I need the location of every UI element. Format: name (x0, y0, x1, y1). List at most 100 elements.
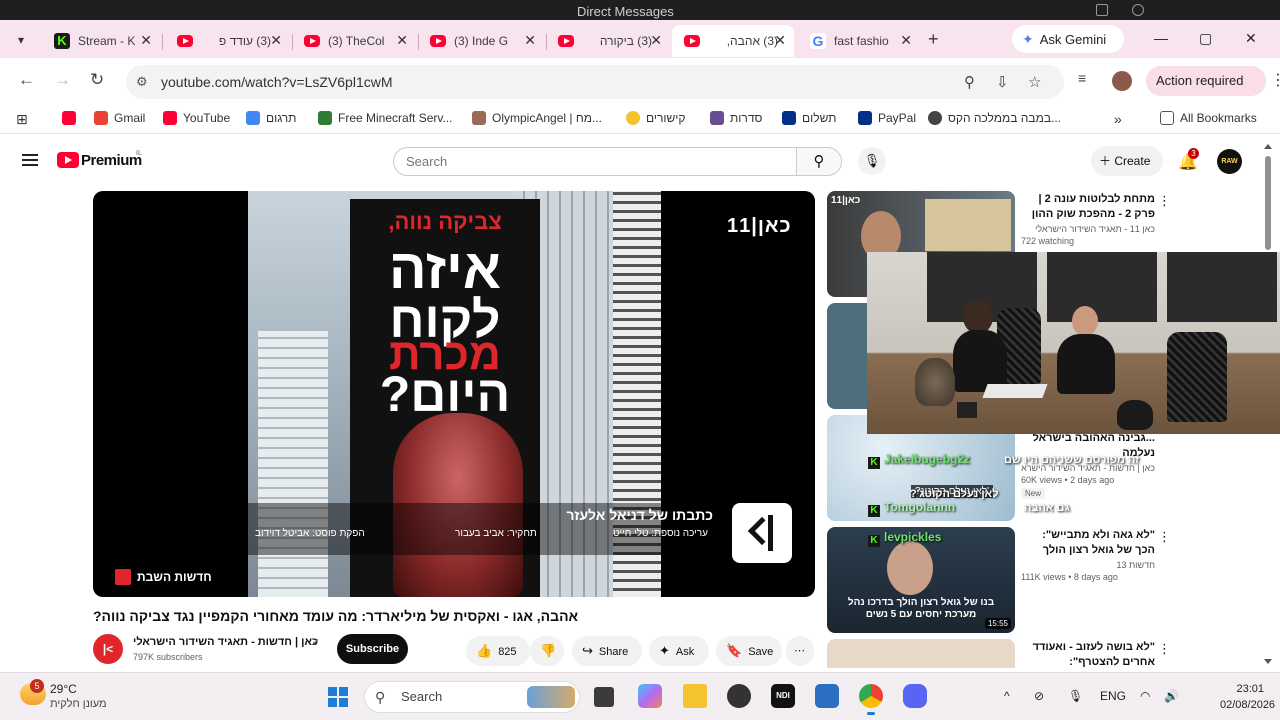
rec-title[interactable]: "לא גאה ולא מתבייש": הכך של גואל רצון הו… (1021, 528, 1155, 558)
scroll-down-icon[interactable] (1264, 659, 1272, 664)
share-button[interactable]: ↪ Share (572, 636, 642, 666)
youtube-premium-brand[interactable]: Premium (81, 152, 142, 169)
show-hidden-icons[interactable]: ^ (1004, 689, 1010, 703)
maximize-button[interactable]: ▢ (1199, 30, 1212, 47)
close-icon[interactable]: ✕ (270, 33, 282, 47)
network-off-icon[interactable]: ⊘ (1034, 689, 1044, 703)
temperature[interactable]: 29°C (50, 682, 77, 696)
all-bookmarks[interactable]: All Bookmarks (1160, 111, 1257, 125)
close-icon[interactable]: ✕ (396, 33, 408, 47)
dislike-button[interactable]: 👎 (530, 636, 564, 666)
language-indicator[interactable]: ENG (1100, 689, 1126, 703)
tab-google[interactable]: G fast fashio ✕ (798, 25, 920, 57)
bookmark-paypal[interactable]: PayPal (858, 111, 916, 125)
rec-title[interactable]: מתחת לבלוטות עונה 2 | פרק 2 - מהפכת שוק … (1021, 192, 1155, 222)
more-bookmarks-icon[interactable]: » (1114, 111, 1122, 127)
site-info-icon[interactable]: ⚙ (136, 74, 148, 90)
reload-button[interactable]: ↻ (90, 70, 104, 90)
zoom-icon[interactable]: ⚲ (964, 73, 975, 91)
like-button[interactable]: 👍 825 (466, 636, 530, 666)
close-icon[interactable]: ✕ (774, 33, 786, 47)
rec-menu-icon[interactable]: ⋮ (1158, 529, 1171, 545)
rec-title[interactable]: "לא בושה לעזוב - ואעודד אחרים להצטרף": ה… (1021, 640, 1155, 670)
rec-thumbnail-5[interactable] (827, 639, 1015, 668)
task-view-icon[interactable] (594, 687, 614, 707)
subscribe-button[interactable]: Subscribe (337, 634, 408, 664)
ask-button[interactable]: ✦ Ask (649, 636, 709, 666)
apps-grid-icon[interactable]: ⊞ (16, 111, 28, 128)
volume-icon[interactable]: 🔊 (1164, 689, 1179, 703)
ndi-icon[interactable]: NDI (771, 684, 795, 708)
forward-button[interactable]: → (54, 70, 71, 90)
reading-list-icon[interactable]: ≡ (1078, 70, 1086, 86)
discord-icon[interactable] (903, 684, 927, 708)
file-explorer-icon[interactable] (683, 684, 707, 708)
close-icon[interactable]: ✕ (524, 33, 536, 47)
menu-icon[interactable] (22, 154, 38, 166)
ask-gemini-button[interactable]: ✦ Ask Gemini (1012, 25, 1124, 53)
channel-avatar[interactable]: |< (93, 634, 123, 664)
close-window-button[interactable]: ✕ (1245, 30, 1257, 47)
wifi-icon[interactable]: ◠ (1140, 689, 1150, 703)
install-app-icon[interactable]: ⇩ (996, 73, 1009, 91)
account-avatar[interactable]: RAW (1217, 149, 1242, 174)
video-player[interactable]: צביקה נווה, איזה לקוח מכרת היום? כאן|11 … (93, 191, 815, 597)
action-required-button[interactable]: Action required (1146, 66, 1266, 96)
notepad-icon[interactable] (815, 684, 839, 708)
browser-menu-icon[interactable]: ⋮ (1270, 70, 1280, 90)
new-tab-button[interactable]: + (928, 29, 939, 50)
url-text[interactable]: youtube.com/watch?v=LsZV6pl1cwM (161, 74, 393, 90)
tab-stream-kick[interactable]: K Stream - K ✕ (42, 25, 160, 57)
bookmark-series[interactable]: סדרות (710, 111, 762, 125)
create-button[interactable]: ＋ Create (1091, 146, 1163, 176)
rec-channel[interactable]: חדשות 13 (1021, 560, 1155, 570)
rec-info-3[interactable]: "לא גאה ולא מתבייש": הכך של גואל רצון הו… (1021, 528, 1155, 582)
bookmark-links[interactable]: קישורים (626, 111, 686, 125)
rec-menu-icon[interactable]: ⋮ (1158, 193, 1171, 209)
rec-info-4[interactable]: "לא בושה לעזוב - ואעודד אחרים להצטרף": ה… (1021, 640, 1155, 670)
bookmark-bamba[interactable]: במבה בממלכה הקס... (928, 111, 1061, 125)
save-button[interactable]: 🔖 Save (716, 636, 782, 666)
copilot-icon[interactable] (638, 684, 662, 708)
more-actions-button[interactable]: ⋯ (786, 636, 814, 666)
close-icon[interactable]: ✕ (140, 33, 152, 47)
start-button[interactable] (328, 687, 348, 707)
bookmark-star-icon[interactable]: ☆ (1028, 73, 1041, 91)
channel-name[interactable]: כאן | חדשות - תאגיד השידור הישראלי (133, 636, 318, 648)
system-clock[interactable]: 23:01 02/08/2026 (1220, 681, 1275, 713)
chrome-icon[interactable] (859, 684, 883, 715)
rec-info-1[interactable]: מתחת לבלוטות עונה 2 | פרק 2 - מהפכת שוק … (1021, 192, 1155, 246)
bookmark-payment[interactable]: תשלום (782, 111, 836, 125)
back-button[interactable]: ← (18, 70, 35, 90)
address-bar[interactable]: ⚙ youtube.com/watch?v=LsZV6pl1cwM ⚲ ⇩ ☆ (126, 65, 1064, 99)
weather-condition[interactable]: מעונן חלקית (50, 698, 107, 710)
bookmark-olympicangel[interactable]: OlympicAngel | מח... (472, 111, 602, 125)
search-input[interactable] (393, 147, 797, 176)
search-button[interactable]: ⚲ (796, 147, 842, 176)
bookmark-translate[interactable]: תרגום (246, 111, 296, 125)
voice-search-button[interactable]: 🎙 (858, 147, 886, 175)
profile-avatar[interactable] (1112, 71, 1132, 91)
obs-icon[interactable] (727, 684, 751, 708)
youtube-logo-icon[interactable] (57, 152, 79, 168)
minimize-button[interactable]: — (1154, 30, 1168, 46)
rec-channel[interactable]: כאן 11 - תאגיד השידור הישראלי (1021, 224, 1155, 234)
rec-menu-icon[interactable]: ⋮ (1158, 641, 1171, 657)
bookmark-label: תרגום (266, 111, 297, 125)
bookmark-minecraft[interactable]: Free Minecraft Serv... (318, 111, 452, 125)
tab-youtube-3[interactable]: (3) Inde G ✕ (418, 25, 544, 57)
scrollbar-thumb[interactable] (1265, 156, 1271, 250)
bookmark-youtube-icon-only[interactable] (62, 111, 82, 125)
bookmark-youtube[interactable]: YouTube (163, 111, 230, 125)
close-icon[interactable]: ✕ (900, 33, 912, 47)
taskbar-search[interactable]: ⚲ Search (364, 681, 580, 713)
tab-youtube-active[interactable]: (3) אהבה, ✕ (672, 25, 794, 57)
microphone-tray-icon[interactable]: 🎙 (1068, 689, 1083, 703)
scroll-up-icon[interactable] (1264, 144, 1272, 149)
tab-youtube-2[interactable]: (3) TheCol ✕ (292, 25, 416, 57)
close-icon[interactable]: ✕ (650, 33, 662, 47)
tab-search-button[interactable]: ▾ (10, 29, 32, 51)
tab-youtube-4[interactable]: (3) ביקורה ✕ (546, 25, 670, 57)
tab-youtube-1[interactable]: (3) עודד פ ✕ (165, 25, 290, 57)
bookmark-gmail[interactable]: Gmail (94, 111, 145, 125)
